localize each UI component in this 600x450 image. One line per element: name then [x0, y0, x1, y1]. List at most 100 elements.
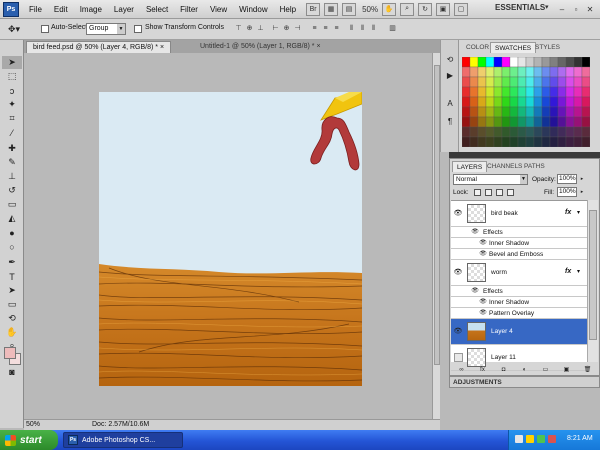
lock-transparent-icon[interactable]	[474, 189, 481, 196]
eyedropper-tool-icon[interactable]: ⁄	[2, 126, 22, 139]
color-swatch[interactable]	[469, 76, 479, 88]
color-swatch[interactable]	[581, 106, 590, 118]
security-icon[interactable]	[526, 435, 534, 443]
3d-rotate-tool-icon[interactable]: ⟲	[2, 312, 22, 325]
align-top-icon[interactable]: ⊤	[234, 24, 243, 34]
visibility-eye-icon[interactable]: 👁	[479, 239, 487, 247]
color-swatch[interactable]	[557, 116, 567, 128]
color-swatch[interactable]	[525, 136, 535, 147]
distribute-right-icon[interactable]: ⦀	[369, 24, 378, 34]
color-swatch[interactable]	[565, 106, 575, 118]
healing-brush-tool-icon[interactable]: ✚	[2, 142, 22, 155]
color-swatch[interactable]	[549, 136, 559, 147]
screen-mode-icon[interactable]: ▢	[454, 2, 469, 16]
color-swatch[interactable]	[573, 86, 583, 98]
menu-view[interactable]: View	[204, 5, 233, 14]
taskbar-app-photoshop[interactable]: Ps Adobe Photoshop CS...	[63, 432, 183, 448]
visibility-toggle-off[interactable]	[454, 353, 463, 362]
hand-tool-icon[interactable]: ✋	[2, 326, 22, 339]
auto-select-checkbox[interactable]	[41, 25, 49, 33]
magic-wand-tool-icon[interactable]: ✦	[2, 98, 22, 111]
color-swatch[interactable]	[469, 86, 479, 98]
lock-image-icon[interactable]	[485, 189, 492, 196]
color-swatch[interactable]	[525, 116, 535, 128]
color-swatch[interactable]	[477, 66, 487, 78]
color-swatch[interactable]	[565, 136, 575, 147]
tab-paths[interactable]: PATHS	[520, 161, 549, 172]
color-swatch[interactable]	[501, 76, 511, 88]
color-swatch[interactable]	[493, 126, 503, 138]
color-swatch[interactable]	[477, 106, 487, 118]
color-swatch[interactable]	[541, 66, 551, 78]
color-swatch[interactable]	[533, 116, 543, 128]
color-swatch[interactable]	[469, 96, 479, 108]
bridge-icon[interactable]: Br	[306, 2, 321, 16]
color-swatch[interactable]	[462, 106, 471, 118]
color-swatch[interactable]	[477, 86, 487, 98]
color-swatch[interactable]	[493, 96, 503, 108]
color-swatch[interactable]	[581, 136, 590, 147]
color-swatch[interactable]	[493, 57, 503, 68]
color-swatch[interactable]	[573, 96, 583, 108]
color-swatch[interactable]	[501, 106, 511, 118]
character-panel-icon[interactable]: A	[444, 98, 456, 110]
tab-color[interactable]: COLOR	[462, 42, 493, 53]
document-tab-untitled[interactable]: Untitled-1 @ 50% (Layer 1, RGB/8) * ×	[194, 41, 327, 53]
trash-icon[interactable]: 🗑	[584, 366, 592, 374]
color-swatch[interactable]	[549, 116, 559, 128]
new-layer-icon[interactable]: ▣	[563, 366, 571, 374]
color-swatch[interactable]	[462, 136, 471, 147]
color-swatch[interactable]	[581, 116, 590, 128]
visibility-eye-icon[interactable]: 👁	[471, 228, 479, 236]
distribute-vcenter-icon[interactable]: ≡	[321, 24, 330, 34]
color-swatch[interactable]	[549, 66, 559, 78]
fill-input[interactable]: 100%	[557, 187, 577, 197]
color-swatch[interactable]	[533, 86, 543, 98]
visibility-eye-icon[interactable]: 👁	[453, 209, 463, 219]
close-icon[interactable]: ✕	[584, 3, 596, 15]
color-swatch[interactable]	[581, 57, 590, 68]
color-swatch[interactable]	[477, 136, 487, 147]
layer-row-layer-4[interactable]: 👁 Layer 4	[451, 319, 587, 345]
color-swatch[interactable]	[573, 66, 583, 78]
workspace-switcher[interactable]: ESSENTIALS	[495, 3, 545, 12]
visibility-eye-icon[interactable]: 👁	[453, 268, 463, 278]
color-swatch[interactable]	[517, 116, 527, 128]
minimize-icon[interactable]: –	[556, 3, 568, 15]
quick-mask-icon[interactable]: ◙	[2, 365, 22, 378]
effect-row-inner-shadow[interactable]: 👁 Inner Shadow	[451, 297, 587, 308]
color-swatch[interactable]	[533, 76, 543, 88]
distribute-hcenter-icon[interactable]: ⦀	[358, 24, 367, 34]
alert-icon[interactable]	[548, 435, 556, 443]
chevron-down-icon[interactable]: ▾	[577, 268, 580, 275]
color-swatch[interactable]	[533, 136, 543, 147]
color-swatch[interactable]	[573, 57, 583, 68]
distribute-left-icon[interactable]: ⦀	[347, 24, 356, 34]
color-swatch[interactable]	[525, 66, 535, 78]
canvas-vertical-scrollbar[interactable]	[432, 53, 440, 419]
color-swatch[interactable]	[517, 57, 527, 68]
color-swatch[interactable]	[565, 66, 575, 78]
menu-help[interactable]: Help	[274, 5, 302, 14]
path-selection-tool-icon[interactable]: ➤	[2, 284, 22, 297]
color-swatch[interactable]	[581, 126, 590, 138]
color-swatch[interactable]	[581, 76, 590, 88]
color-swatch[interactable]	[477, 126, 487, 138]
fx-icon[interactable]: fx	[565, 268, 571, 275]
color-swatch[interactable]	[557, 126, 567, 138]
brush-tool-icon[interactable]: ✎	[2, 156, 22, 169]
color-swatch[interactable]	[462, 96, 471, 108]
color-swatch[interactable]	[493, 116, 503, 128]
color-swatch[interactable]	[565, 76, 575, 88]
color-swatch[interactable]	[477, 57, 487, 68]
color-swatch[interactable]	[565, 126, 575, 138]
type-tool-icon[interactable]: T	[2, 270, 22, 283]
menu-window[interactable]: Window	[233, 5, 273, 14]
pen-tool-icon[interactable]: ✒	[2, 256, 22, 269]
color-swatch[interactable]	[517, 86, 527, 98]
color-swatch[interactable]	[541, 136, 551, 147]
extras-icon[interactable]: ▤	[342, 2, 357, 16]
color-swatch[interactable]	[525, 126, 535, 138]
rotate-view-icon[interactable]: ↻	[418, 2, 433, 16]
color-swatch[interactable]	[485, 106, 495, 118]
